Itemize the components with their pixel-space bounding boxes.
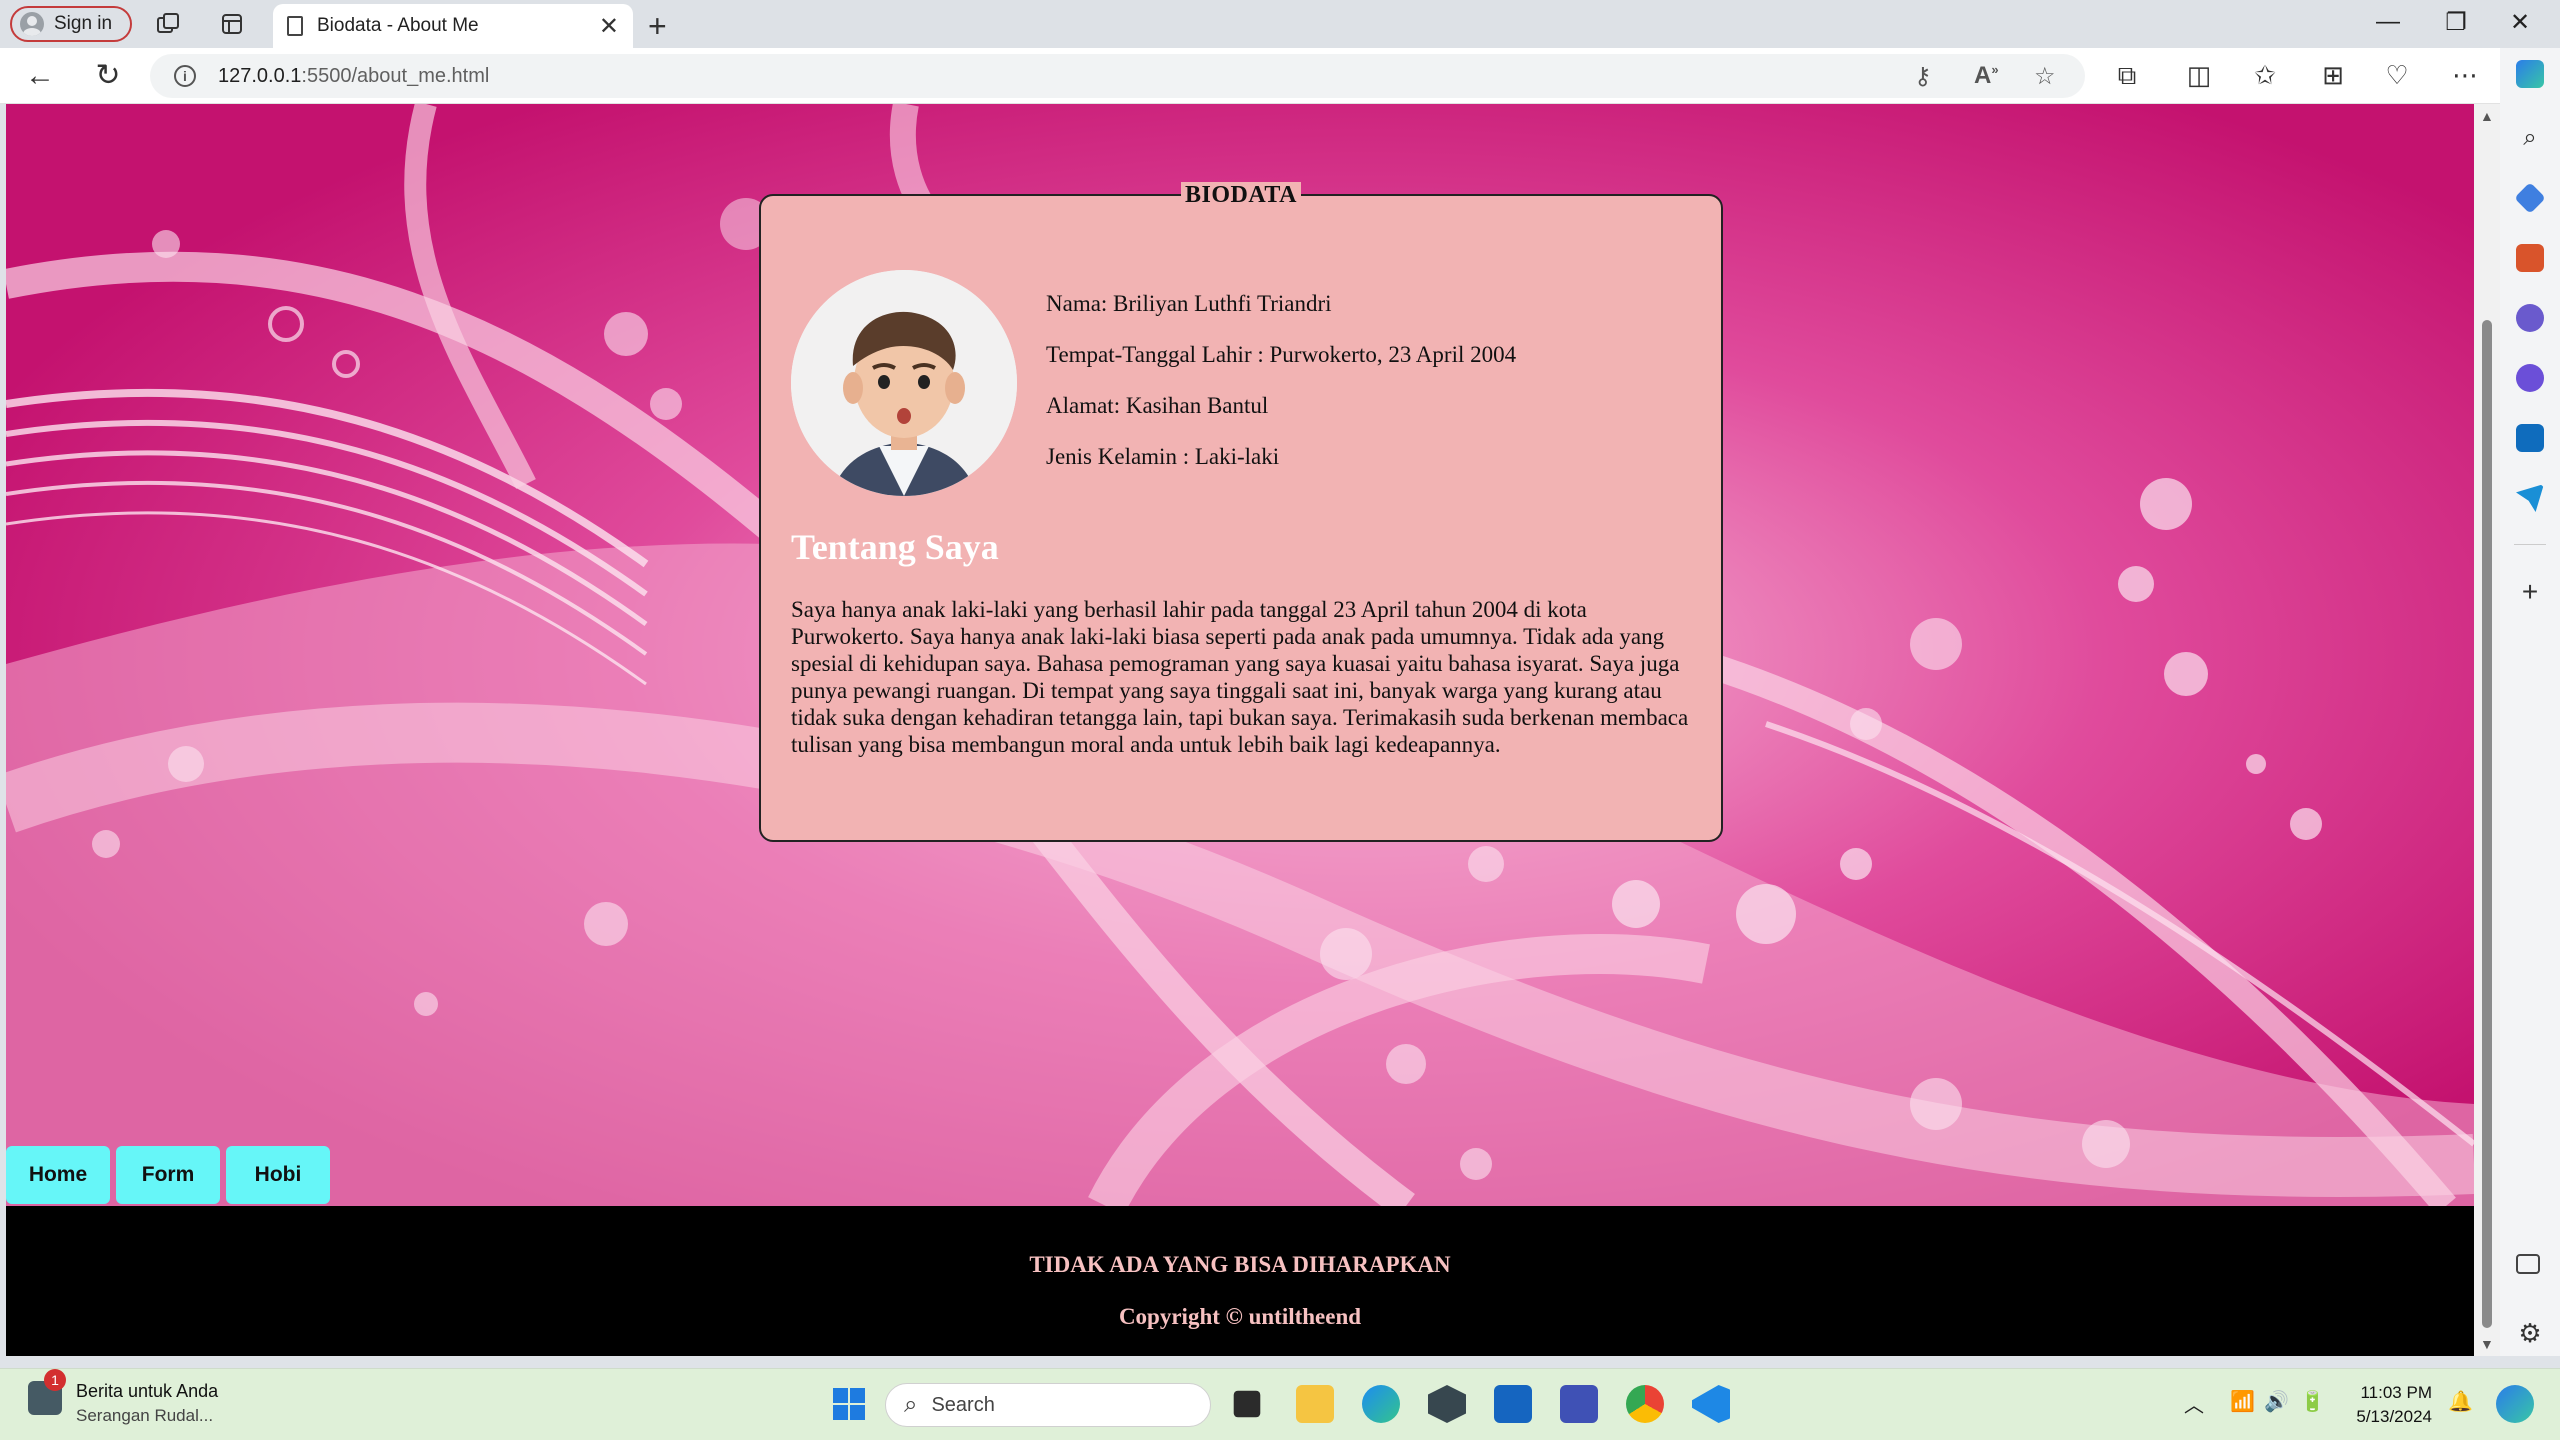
search-icon[interactable]: ⌕ bbox=[2516, 124, 2544, 152]
refresh-icon[interactable]: ↻ bbox=[90, 60, 126, 92]
close-tab-icon[interactable]: ✕ bbox=[599, 12, 619, 41]
games-icon[interactable] bbox=[2516, 304, 2544, 332]
menu-hobi-button[interactable]: Hobi bbox=[226, 1146, 330, 1204]
close-window-icon[interactable]: ✕ bbox=[2500, 8, 2540, 37]
favorites-icon[interactable]: ✩ bbox=[2248, 60, 2282, 91]
footer-tagline: TIDAK ADA YANG BISA DIHARAPKAN bbox=[1029, 1252, 1451, 1277]
page-icon bbox=[287, 16, 303, 36]
task-view-icon[interactable] bbox=[1233, 1390, 1261, 1418]
file-explorer-icon[interactable] bbox=[1296, 1385, 1334, 1423]
read-aloud-icon[interactable]: A» bbox=[1974, 62, 1999, 90]
notification-icon[interactable]: 🔔 bbox=[2448, 1389, 2473, 1414]
minimize-icon[interactable]: — bbox=[2368, 8, 2408, 36]
info-birth: Tempat-Tanggal Lahir : Purwokerto, 23 Ap… bbox=[1046, 342, 1517, 367]
extensions-icon[interactable]: ⧉ bbox=[2110, 60, 2144, 92]
taskbar-clock[interactable]: 11:03 PM 5/13/2024 bbox=[2340, 1381, 2432, 1429]
info-name: Nama: Briliyan Luthfi Triandri bbox=[1046, 291, 1332, 316]
about-paragraph: Saya hanya anak laki-laki yang berhasil … bbox=[791, 597, 1689, 757]
scroll-down-icon[interactable]: ▼ bbox=[2480, 1336, 2494, 1352]
shopping-tag-icon[interactable] bbox=[2514, 182, 2546, 214]
edge-browser-icon[interactable] bbox=[1362, 1385, 1400, 1423]
add-icon[interactable]: + bbox=[2516, 578, 2544, 606]
battery-icon[interactable]: 🔋 bbox=[2300, 1389, 2325, 1414]
url-path: :5500/about_me.html bbox=[301, 64, 490, 87]
drop-icon[interactable] bbox=[2516, 484, 2544, 512]
microsoft-store-icon[interactable] bbox=[1494, 1385, 1532, 1423]
sign-in-label: Sign in bbox=[54, 13, 113, 34]
tab-title: Biodata - About Me bbox=[317, 15, 479, 36]
windows-taskbar: 1 Berita untuk Anda Serangan Rudal... ⌕ … bbox=[0, 1368, 2560, 1440]
clock-time: 11:03 PM bbox=[2360, 1383, 2432, 1402]
edge-sidebar: ⌕ + ⚙ bbox=[2500, 48, 2560, 1356]
news-subtitle: Serangan Rudal... bbox=[76, 1406, 214, 1425]
taskbar-search[interactable]: ⌕ Search bbox=[885, 1383, 1211, 1427]
back-icon[interactable]: ← bbox=[22, 60, 58, 92]
clock-date: 5/13/2024 bbox=[2356, 1407, 2432, 1426]
new-tab-icon[interactable]: + bbox=[648, 8, 667, 45]
card-legend: BIODATA bbox=[761, 182, 1721, 209]
tab-actions-icon[interactable] bbox=[218, 10, 246, 38]
profile-avatar bbox=[791, 270, 1017, 496]
password-key-icon[interactable]: ⚷ bbox=[1914, 62, 1932, 91]
restore-icon[interactable]: ❐ bbox=[2436, 8, 2476, 37]
split-screen-icon[interactable]: ◫ bbox=[2182, 60, 2216, 91]
settings-icon[interactable]: ⚙ bbox=[2516, 1318, 2544, 1348]
collections-icon[interactable]: ⊞ bbox=[2316, 60, 2350, 91]
favorite-star-icon[interactable]: ☆ bbox=[2034, 62, 2056, 91]
scrollbar-thumb[interactable] bbox=[2482, 320, 2492, 1328]
windows-start-icon[interactable] bbox=[830, 1385, 868, 1423]
active-tab[interactable]: Biodata - About Me ✕ bbox=[273, 4, 633, 48]
outlook-icon[interactable] bbox=[2516, 424, 2544, 452]
profile-icon bbox=[20, 12, 44, 36]
show-hidden-icon[interactable]: ︿ bbox=[2184, 1389, 2204, 1418]
url-host: 127.0.0.1 bbox=[218, 64, 302, 87]
copilot-taskbar-icon[interactable] bbox=[2496, 1385, 2534, 1423]
workspaces-icon[interactable] bbox=[154, 10, 182, 38]
info-address: Alamat: Kasihan Bantul bbox=[1046, 393, 1269, 418]
screenshot-icon[interactable] bbox=[2516, 1254, 2540, 1274]
sidebar-divider bbox=[2514, 544, 2546, 545]
biodata-info: Nama: Briliyan Luthfi Triandri Tempat-Ta… bbox=[1046, 292, 1516, 496]
tools-icon[interactable] bbox=[2516, 244, 2544, 272]
vscode-icon[interactable] bbox=[1692, 1385, 1730, 1423]
tab-bar: Sign in Biodata - About Me ✕ + — ❐ ✕ bbox=[0, 0, 2560, 48]
search-icon: ⌕ bbox=[904, 1391, 918, 1418]
app-m-icon[interactable] bbox=[1560, 1385, 1598, 1423]
wifi-icon[interactable]: 📶 bbox=[2230, 1389, 2255, 1414]
microsoft-365-icon[interactable] bbox=[2516, 364, 2544, 392]
page-scrollbar[interactable]: ▲ ▼ bbox=[2474, 104, 2500, 1356]
page-footer: TIDAK ADA YANG BISA DIHARAPKAN Copyright… bbox=[6, 1206, 2474, 1356]
more-menu-icon[interactable]: ⋯ bbox=[2448, 60, 2482, 91]
browser-toolbar: ← ↻ i 127.0.0.1 :5500/about_me.html ⚷ A»… bbox=[0, 48, 2560, 104]
copilot-icon[interactable] bbox=[2516, 60, 2544, 88]
biodata-card: BIODATA Nama: Briliyan Luthfi Triandri T bbox=[759, 182, 1723, 842]
volume-icon[interactable]: 🔊 bbox=[2264, 1389, 2289, 1414]
search-placeholder: Search bbox=[931, 1393, 995, 1416]
news-badge: 1 bbox=[44, 1369, 66, 1391]
address-bar[interactable]: i 127.0.0.1 :5500/about_me.html bbox=[150, 54, 2085, 98]
chrome-icon[interactable] bbox=[1626, 1385, 1664, 1423]
news-title: Berita untuk Anda bbox=[76, 1381, 219, 1401]
scroll-up-icon[interactable]: ▲ bbox=[2480, 108, 2494, 124]
menu-home-button[interactable]: Home bbox=[6, 1146, 110, 1204]
news-icon: 1 bbox=[28, 1369, 66, 1415]
news-widget[interactable]: 1 Berita untuk Anda Serangan Rudal... bbox=[28, 1369, 219, 1426]
page-viewport: BIODATA Nama: Briliyan Luthfi Triandri T bbox=[6, 104, 2474, 1356]
menu-form-button[interactable]: Form bbox=[116, 1146, 220, 1204]
info-gender: Jenis Kelamin : Laki-laki bbox=[1046, 444, 1280, 469]
site-info-icon[interactable]: i bbox=[174, 65, 196, 87]
browser-essentials-icon[interactable]: ♡ bbox=[2380, 60, 2414, 91]
footer-copyright: Copyright © untiltheend bbox=[1118, 1304, 1362, 1329]
app-cube-icon[interactable] bbox=[1428, 1385, 1466, 1423]
about-heading: Tentang Saya bbox=[791, 527, 999, 567]
bottom-nav-menu: Home Form Hobi bbox=[6, 1146, 330, 1204]
sign-in-button[interactable]: Sign in bbox=[10, 6, 132, 42]
